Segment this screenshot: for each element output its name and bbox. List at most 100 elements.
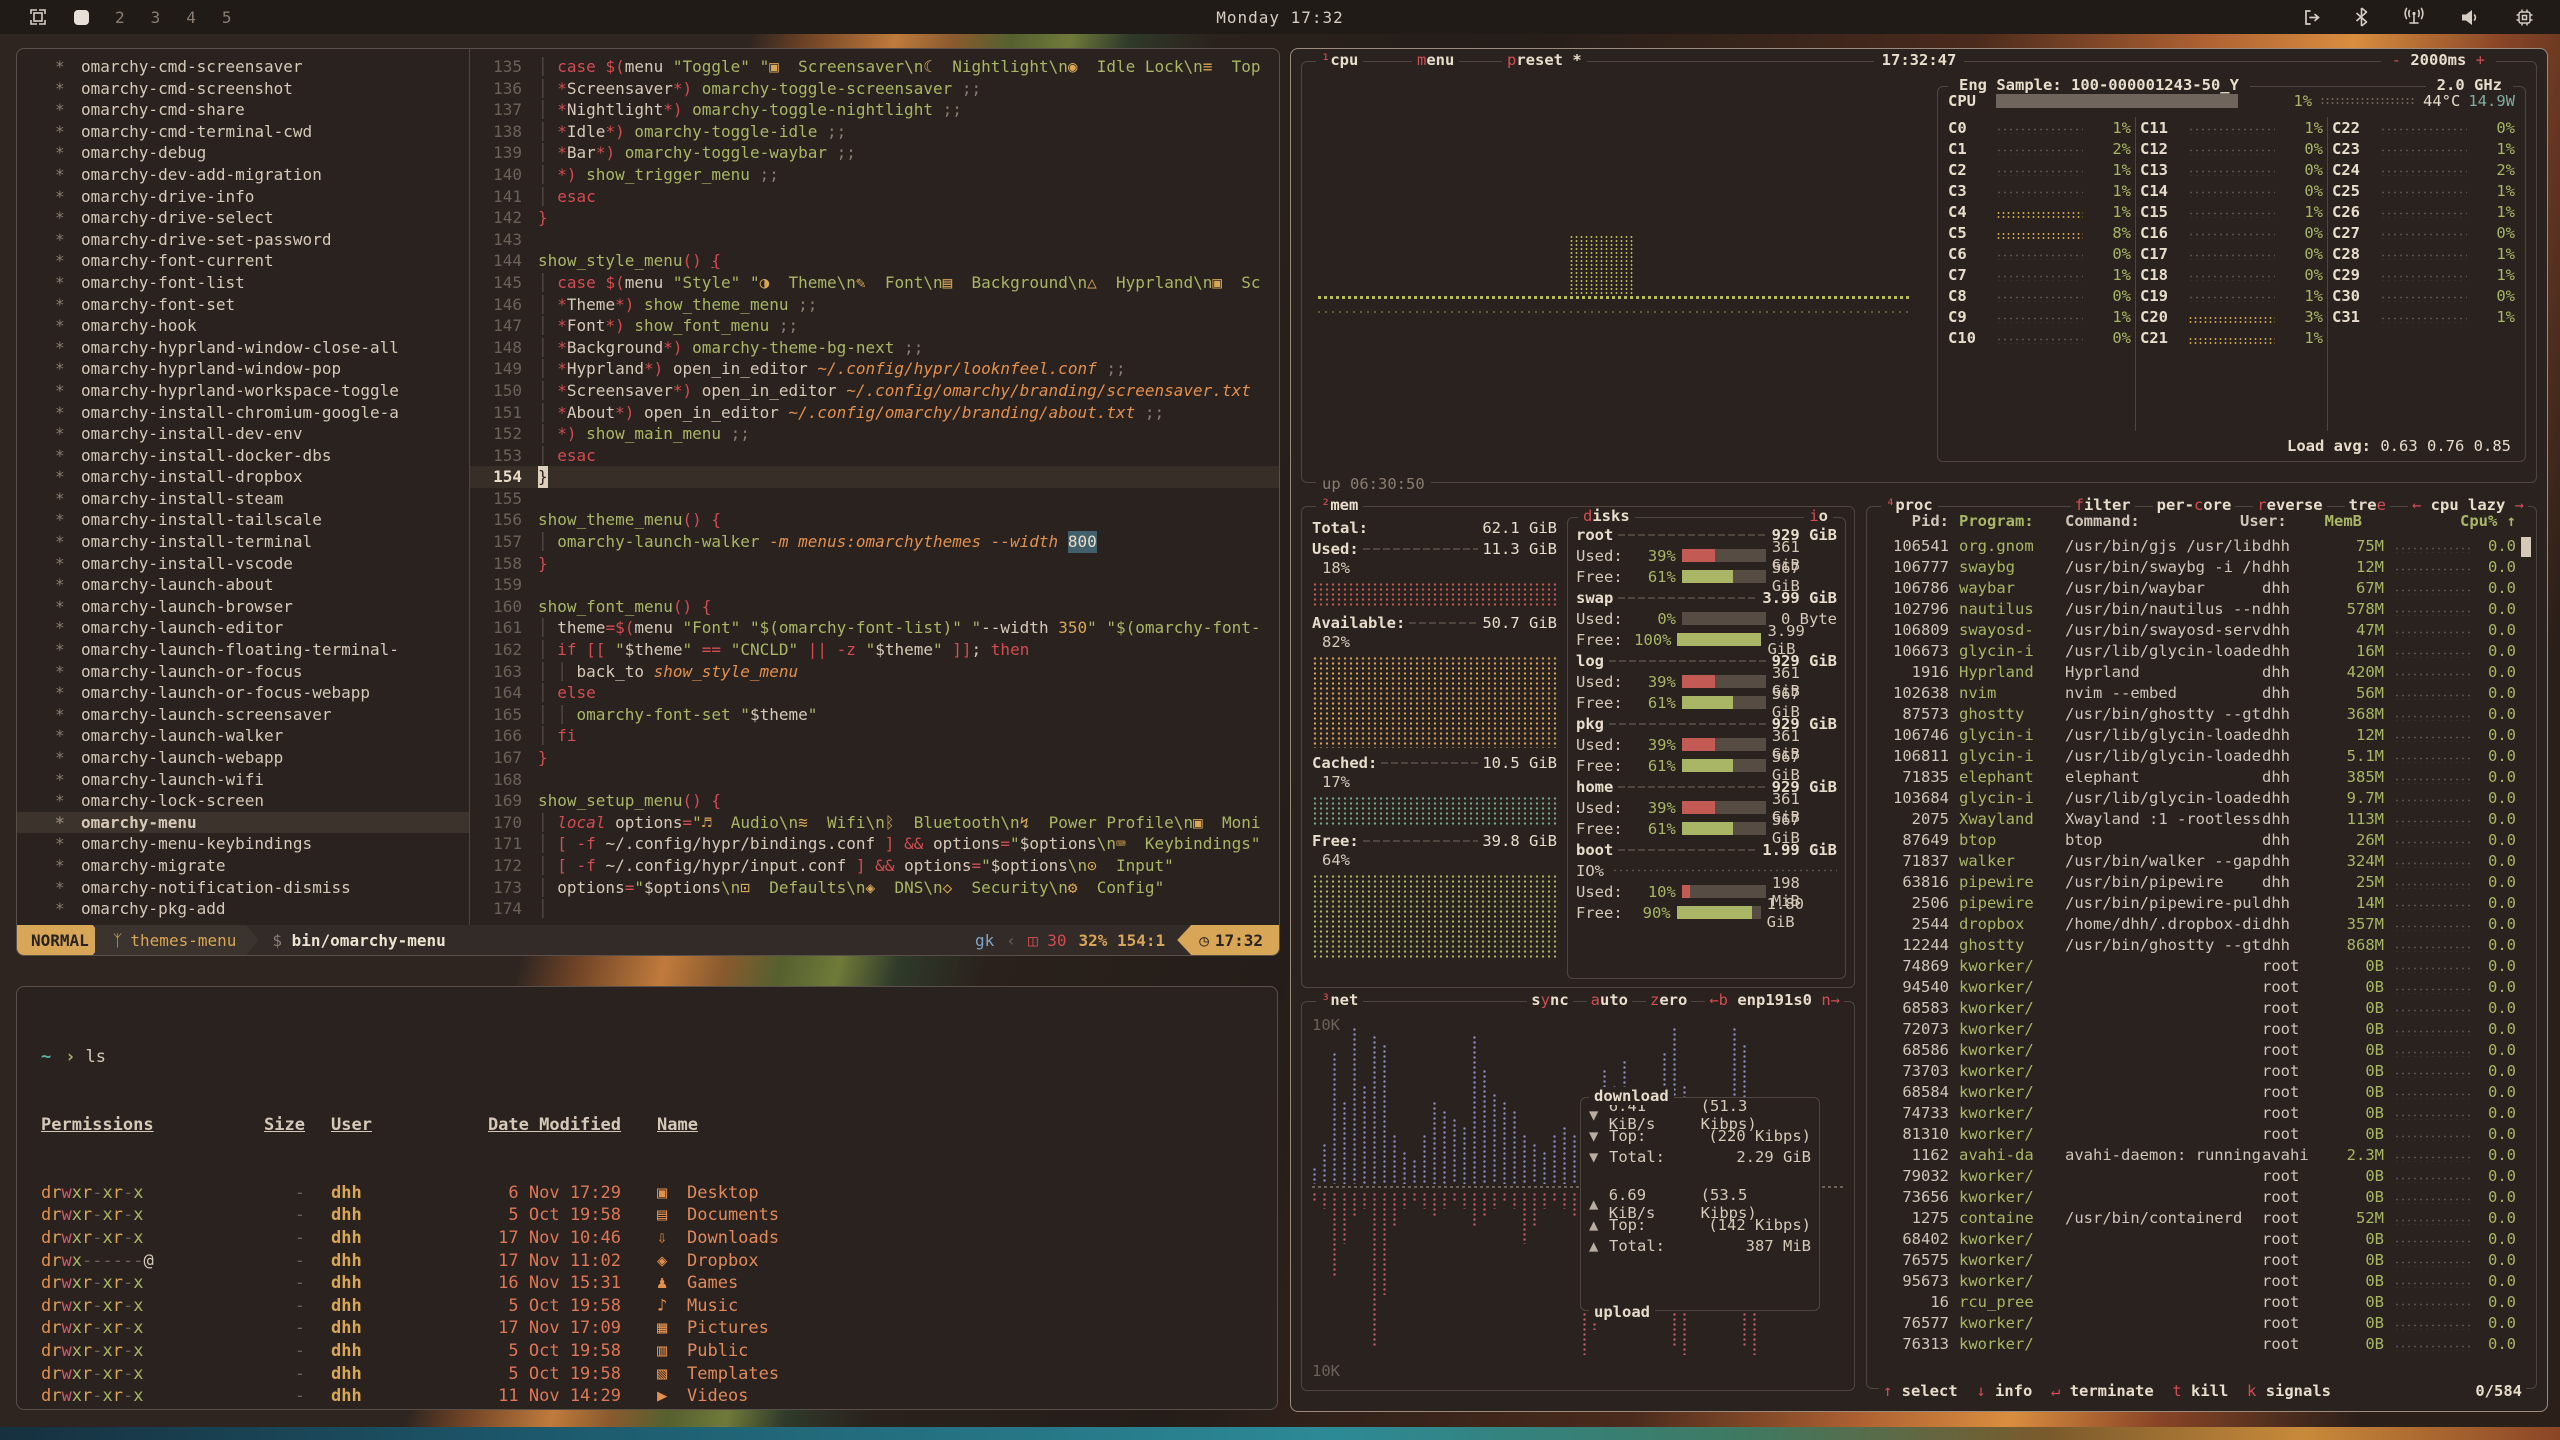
file-item[interactable]: *omarchy-install-dev-env [17, 423, 469, 445]
process-row[interactable]: 2075XwaylandXwayland :1 -rootless -dhh11… [1871, 808, 2532, 829]
process-row[interactable]: 76577kworker/root0B0.0 [1871, 1312, 2532, 1333]
file-item[interactable]: *omarchy-install-terminal [17, 531, 469, 553]
file-item[interactable]: *omarchy-launch-or-focus [17, 661, 469, 683]
process-row[interactable]: 1162avahi-daavahi-daemon: running [avahi… [1871, 1144, 2532, 1165]
process-row[interactable]: 76575kworker/root0B0.0 [1871, 1249, 2532, 1270]
terminal-window[interactable]: ~ › ls PermissionsSizeUserDate ModifiedN… [16, 986, 1278, 1410]
proc-control[interactable]: filter [2071, 496, 2135, 514]
io-toggle[interactable]: io [1809, 507, 1828, 525]
process-row[interactable]: 94540kworker/root0B0.0 [1871, 976, 2532, 997]
file-item[interactable]: *omarchy-migrate [17, 855, 469, 877]
process-row[interactable]: 1916HyprlandHyprlanddhh420M0.0 [1871, 661, 2532, 682]
file-item[interactable]: *omarchy-drive-select [17, 207, 469, 229]
process-row[interactable]: 16rcu_preeroot0B0.0 [1871, 1291, 2532, 1312]
process-row[interactable]: 106777swaybg/usr/bin/swaybg -i /homdhh12… [1871, 556, 2532, 577]
file-item[interactable]: *omarchy-font-list [17, 272, 469, 294]
file-item[interactable]: *omarchy-hyprland-window-pop [17, 358, 469, 380]
file-item[interactable]: *omarchy-hook [17, 315, 469, 337]
process-row[interactable]: 106746glycin-i/usr/lib/glycin-loadersdhh… [1871, 724, 2532, 745]
process-row[interactable]: 73656kworker/root0B0.0 [1871, 1186, 2532, 1207]
file-list[interactable]: *omarchy-cmd-screensaver*omarchy-cmd-scr… [17, 49, 470, 925]
file-item[interactable]: *omarchy-menu-keybindings [17, 833, 469, 855]
process-row[interactable]: 102638nvimnvim --embeddhh56M0.0 [1871, 682, 2532, 703]
process-row[interactable]: 103684glycin-i/usr/lib/glycin-loadersdhh… [1871, 787, 2532, 808]
proc-control[interactable]: per-core [2153, 496, 2236, 514]
process-row[interactable]: 106673glycin-i/usr/lib/glycin-loadersdhh… [1871, 640, 2532, 661]
file-item[interactable]: *omarchy-drive-info [17, 186, 469, 208]
process-row[interactable]: 79032kworker/root0B0.0 [1871, 1165, 2532, 1186]
proc-control[interactable]: tree [2345, 496, 2390, 514]
code-pane[interactable]: 135│ case $(menu "Toggle" "▣ Screensaver… [470, 49, 1279, 925]
process-row[interactable]: 71835elephantelephantdhh385M0.0 [1871, 766, 2532, 787]
file-item[interactable]: *omarchy-launch-or-focus-webapp [17, 682, 469, 704]
process-row[interactable]: 68402kworker/root0B0.0 [1871, 1228, 2532, 1249]
tab-proc[interactable]: ⁴proc [1886, 496, 1933, 514]
net-control[interactable]: ←b enp191s0 n→ [1705, 991, 1844, 1009]
process-row[interactable]: 71837walker/usr/bin/walker --gappldhh324… [1871, 850, 2532, 871]
tab-mem[interactable]: ²mem [1321, 496, 1358, 514]
process-row[interactable]: 74869kworker/root0B0.0 [1871, 955, 2532, 976]
process-row[interactable]: 74733kworker/root0B0.0 [1871, 1102, 2532, 1123]
net-control[interactable]: sync [1527, 991, 1572, 1009]
file-item[interactable]: *omarchy-install-chromium-google-a [17, 402, 469, 424]
process-row[interactable]: 87573ghostty/usr/bin/ghostty --gtk-dhh36… [1871, 703, 2532, 724]
process-row[interactable]: 72073kworker/root0B0.0 [1871, 1018, 2532, 1039]
proc-control[interactable]: ← cpu lazy → [2408, 496, 2528, 514]
process-row[interactable]: 63816pipewire/usr/bin/pipewiredhh25M0.0 [1871, 871, 2532, 892]
process-row[interactable]: 12244ghostty/usr/bin/ghostty --gtk-dhh86… [1871, 934, 2532, 955]
file-item[interactable]: *omarchy-cmd-screensaver [17, 56, 469, 78]
file-item[interactable]: *omarchy-launch-floating-terminal- [17, 639, 469, 661]
net-control[interactable]: zero [1646, 991, 1691, 1009]
file-item[interactable]: *omarchy-dev-add-migration [17, 164, 469, 186]
process-row[interactable]: 2506pipewire/usr/bin/pipewire-pulsedhh14… [1871, 892, 2532, 913]
file-item[interactable]: *omarchy-launch-browser [17, 596, 469, 618]
file-item[interactable]: *omarchy-install-vscode [17, 553, 469, 575]
net-controls[interactable]: sync auto zero ←b enp191s0 n→ [1527, 991, 1844, 1009]
file-item[interactable]: *omarchy-hyprland-window-close-all [17, 337, 469, 359]
file-item[interactable]: *omarchy-install-tailscale [17, 509, 469, 531]
file-item[interactable]: *omarchy-launch-webapp [17, 747, 469, 769]
file-item[interactable]: *omarchy-drive-set-password [17, 229, 469, 251]
file-item[interactable]: *omarchy-install-steam [17, 488, 469, 510]
tab-net[interactable]: ³net [1321, 991, 1358, 1009]
tab-disks[interactable]: disks [1583, 507, 1630, 525]
update-interval[interactable]: - 2000ms + [2381, 51, 2496, 69]
process-row[interactable]: 106786waybar/usr/bin/waybardhh67M0.0 [1871, 577, 2532, 598]
process-row[interactable]: 68586kworker/root0B0.0 [1871, 1039, 2532, 1060]
file-item[interactable]: *omarchy-font-current [17, 250, 469, 272]
file-item[interactable]: *omarchy-hyprland-workspace-toggle [17, 380, 469, 402]
file-item[interactable]: *omarchy-launch-wifi [17, 769, 469, 791]
proc-scrollbar[interactable] [2521, 537, 2531, 557]
process-row[interactable]: 76313kworker/root0B0.0 [1871, 1333, 2532, 1354]
file-item[interactable]: *omarchy-notification-dismiss [17, 877, 469, 899]
process-list[interactable]: 106541org.gnom/usr/bin/gjs /usr/lib/odhh… [1871, 535, 2532, 1384]
file-item[interactable]: *omarchy-launch-editor [17, 617, 469, 639]
file-item[interactable]: *omarchy-launch-screensaver [17, 704, 469, 726]
file-item[interactable]: *omarchy-menu [17, 812, 469, 834]
file-item[interactable]: *omarchy-launch-about [17, 574, 469, 596]
process-row[interactable]: 81310kworker/root0B0.0 [1871, 1123, 2532, 1144]
process-row[interactable]: 2544dropbox/home/dhh/.dropbox-distdhh357… [1871, 913, 2532, 934]
file-item[interactable]: *omarchy-pkg-add [17, 898, 469, 920]
file-item[interactable]: *omarchy-install-dropbox [17, 466, 469, 488]
process-row[interactable]: 68583kworker/root0B0.0 [1871, 997, 2532, 1018]
process-row[interactable]: 87649btopbtopdhh26M0.0 [1871, 829, 2532, 850]
process-row[interactable]: 106541org.gnom/usr/bin/gjs /usr/lib/odhh… [1871, 535, 2532, 556]
proc-control[interactable]: reverse [2253, 496, 2326, 514]
file-item[interactable]: *omarchy-lock-screen [17, 790, 469, 812]
process-row[interactable]: 106811glycin-i/usr/lib/glycin-loadersdhh… [1871, 745, 2532, 766]
process-row[interactable]: 95673kworker/root0B0.0 [1871, 1270, 2532, 1291]
proc-controls[interactable]: filter per-core reverse tree ← cpu lazy → [1987, 496, 2528, 514]
process-row[interactable]: 102796nautilus/usr/bin/nautilus --newdhh… [1871, 598, 2532, 619]
process-row[interactable]: 106809swayosd-/usr/bin/swayosd-serverdhh… [1871, 619, 2532, 640]
file-item[interactable]: *omarchy-font-set [17, 294, 469, 316]
net-control[interactable]: auto [1587, 991, 1632, 1009]
file-item[interactable]: *omarchy-cmd-share [17, 99, 469, 121]
process-row[interactable]: 1275containe/usr/bin/containerdroot52M0.… [1871, 1207, 2532, 1228]
process-row[interactable]: 73703kworker/root0B0.0 [1871, 1060, 2532, 1081]
file-item[interactable]: *omarchy-install-docker-dbs [17, 445, 469, 467]
file-item[interactable]: *omarchy-cmd-screenshot [17, 78, 469, 100]
process-row[interactable]: 68584kworker/root0B0.0 [1871, 1081, 2532, 1102]
file-item[interactable]: *omarchy-cmd-terminal-cwd [17, 121, 469, 143]
file-item[interactable]: *omarchy-debug [17, 142, 469, 164]
